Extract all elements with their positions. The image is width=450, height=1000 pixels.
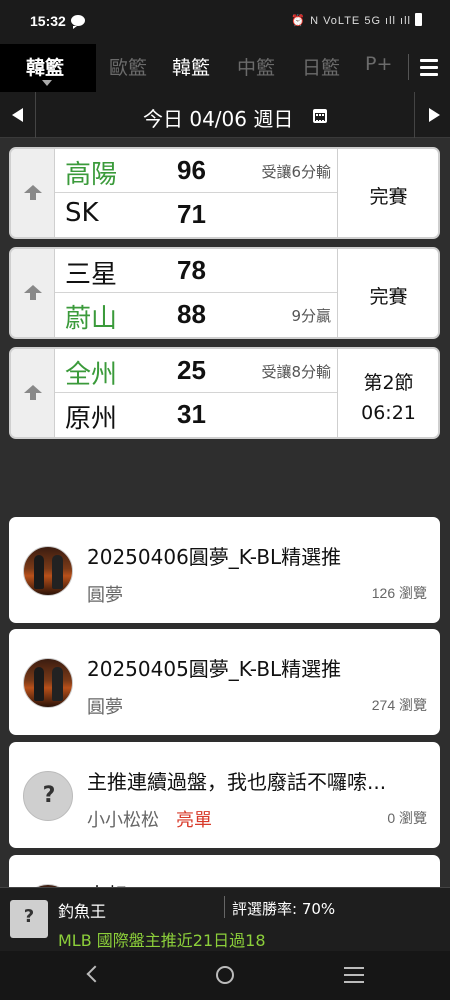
up-arrow-icon	[24, 285, 42, 301]
game-status-text: 完賽	[369, 186, 408, 208]
post-title: 20250405圓夢_K-BL精選推	[87, 657, 342, 681]
calendar-icon[interactable]	[313, 109, 327, 123]
team-row: 三星 78	[55, 249, 337, 293]
game-period: 第2節	[363, 372, 414, 394]
game-status-text: 完賽	[369, 286, 408, 308]
team-row: 全州 25 受讓8分輸	[55, 349, 337, 393]
post-title: 20250406圓夢_K-BL精選推	[87, 545, 342, 569]
promo-avatar: ?	[10, 900, 48, 938]
team-name: SK	[65, 198, 99, 228]
date-label[interactable]: 今日 04/06 週日	[143, 103, 293, 132]
promo-win-rate: 評選勝率: 70%	[232, 900, 336, 918]
back-nav-icon[interactable]	[86, 965, 104, 983]
post-views: 126 瀏覽	[371, 585, 427, 601]
post-tag: 亮單	[176, 810, 212, 831]
chevron-left-icon	[12, 108, 23, 122]
game-card[interactable]: 高陽 96 受讓6分輸 SK 71 完賽	[9, 147, 440, 239]
chevron-right-icon	[429, 108, 440, 122]
team-row: 蔚山 88 9分贏	[55, 293, 337, 337]
tab-euro-basketball[interactable]: 歐籃	[109, 53, 147, 80]
previous-date-button[interactable]	[0, 92, 36, 138]
team-score: 96	[177, 155, 206, 185]
tab-primary-label: 韓籃	[26, 57, 65, 79]
post-views: 274 瀏覽	[371, 697, 427, 713]
league-tab-bar: 韓籃 歐籃 韓籃 中籃 日籃 P+	[0, 44, 450, 92]
handicap-note: 受讓8分輸	[261, 363, 331, 381]
pin-cell[interactable]	[11, 349, 55, 437]
handicap-note: 9分贏	[291, 307, 331, 325]
team-name: 全州	[65, 360, 118, 390]
system-nav-bar	[0, 951, 450, 1000]
game-clock: 06:21	[361, 402, 416, 424]
date-bar: 今日 04/06 週日	[0, 92, 450, 138]
next-date-button[interactable]	[414, 92, 450, 138]
game-card[interactable]: 全州 25 受讓8分輸 原州 31 第2節 06:21	[9, 347, 440, 439]
pin-cell[interactable]	[11, 249, 55, 337]
post-card[interactable]: 20250406圓夢_K-BL精選推 圓夢 126 瀏覽	[9, 517, 440, 623]
tab-korea-basketball[interactable]: 韓籃	[172, 53, 210, 80]
status-time: 15:32	[30, 13, 66, 29]
game-status: 完賽	[337, 149, 438, 237]
game-status-text: 第2節 06:21	[338, 368, 438, 428]
game-teams: 三星 78 蔚山 88 9分贏	[55, 249, 337, 337]
default-avatar-icon: ?	[42, 783, 56, 808]
recent-apps-icon[interactable]	[344, 967, 364, 983]
team-score: 78	[177, 255, 206, 285]
team-score: 31	[177, 399, 206, 429]
post-author: 圓夢	[87, 585, 123, 606]
team-name: 原州	[65, 404, 118, 434]
home-nav-icon[interactable]	[216, 966, 234, 984]
post-author: 小小松松	[87, 810, 159, 831]
tab-china-basketball[interactable]: 中籃	[237, 53, 275, 80]
post-card[interactable]: ? 主推連續過盤，我也廢話不囉嗦... 小小松松 亮單 0 瀏覽	[9, 742, 440, 848]
menu-icon[interactable]	[420, 59, 438, 76]
tab-primary-league[interactable]: 韓籃	[0, 44, 96, 92]
team-row: 原州 31	[55, 393, 337, 437]
status-bar: 15:32 ⏰ N VoLTE 5G ıll ıll	[0, 0, 450, 44]
tab-japan-basketball[interactable]: 日籃	[302, 53, 340, 80]
post-author: 圓夢	[87, 697, 123, 718]
team-name: 高陽	[65, 160, 118, 190]
chevron-down-icon	[42, 80, 52, 86]
team-name: 蔚山	[65, 304, 118, 334]
chat-icon	[71, 15, 85, 29]
post-views: 0 瀏覽	[387, 810, 427, 826]
status-icons: ⏰ N VoLTE 5G ıll ıll	[291, 13, 422, 27]
game-teams: 全州 25 受讓8分輸 原州 31	[55, 349, 337, 437]
team-row: SK 71	[55, 193, 337, 237]
promo-bar[interactable]: ? 釣魚王 評選勝率: 70% MLB 國際盤主推近21日過18	[0, 887, 450, 951]
game-status: 第2節 06:21	[337, 349, 438, 437]
avatar	[23, 658, 73, 708]
game-card[interactable]: 三星 78 蔚山 88 9分贏 完賽	[9, 247, 440, 339]
team-name: 三星	[65, 260, 118, 290]
game-status: 完賽	[337, 249, 438, 337]
game-teams: 高陽 96 受讓6分輸 SK 71	[55, 149, 337, 237]
up-arrow-icon	[24, 185, 42, 201]
promo-text: MLB 國際盤主推近21日過18	[58, 931, 266, 950]
promo-name: 釣魚王	[58, 902, 107, 921]
avatar: ?	[23, 771, 73, 821]
up-arrow-icon	[24, 385, 42, 401]
handicap-note: 受讓6分輸	[261, 163, 331, 181]
team-score: 71	[177, 199, 206, 229]
default-avatar-icon: ?	[23, 906, 35, 927]
post-title: 主推連續過盤，我也廢話不囉嗦...	[87, 770, 387, 794]
team-score: 88	[177, 299, 206, 329]
tab-divider	[408, 54, 409, 80]
team-row: 高陽 96 受讓6分輸	[55, 149, 337, 193]
battery-icon	[415, 13, 422, 26]
team-score: 25	[177, 355, 206, 385]
pin-cell[interactable]	[11, 149, 55, 237]
tab-p-plus[interactable]: P+	[365, 53, 392, 75]
promo-divider	[224, 896, 225, 918]
avatar	[23, 546, 73, 596]
post-card[interactable]: 20250405圓夢_K-BL精選推 圓夢 274 瀏覽	[9, 629, 440, 735]
